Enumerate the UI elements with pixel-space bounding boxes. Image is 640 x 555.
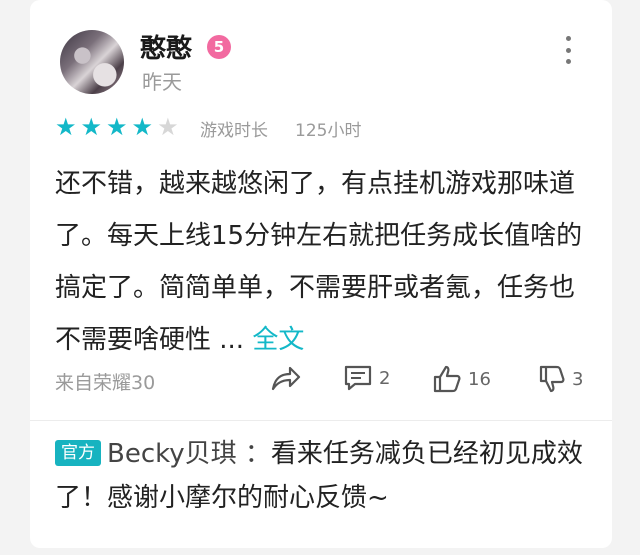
post-time: 昨天 — [142, 70, 182, 94]
device-source: 来自荣耀30 — [55, 372, 156, 394]
share-button[interactable] — [270, 364, 302, 392]
review-text-block: 还不错，越来越悠闲了，有点挂机游戏那味道了。每天上线15分钟左右就把任务成长值啥… — [55, 158, 595, 366]
comment-count: 2 — [379, 367, 391, 389]
reply-author[interactable]: Becky贝琪 ： — [107, 439, 271, 469]
level-badge: 5 — [207, 35, 231, 59]
thumbs-down-icon — [539, 365, 565, 393]
star-filled-icon: ★ — [106, 113, 128, 141]
share-icon — [271, 366, 301, 391]
playtime-value: 125小时 — [295, 121, 362, 141]
star-filled-icon: ★ — [80, 113, 103, 141]
star-empty-icon: ★ — [157, 113, 179, 141]
official-badge: 官方 — [55, 440, 101, 466]
expand-full-text-link[interactable]: 全文 — [252, 325, 304, 355]
dislike-count: 3 — [572, 368, 584, 390]
username[interactable]: 憨憨 — [140, 28, 192, 65]
review-text: 还不错，越来越悠闲了，有点挂机游戏那味道了。每天上线15分钟左右就把任务成长值啥… — [55, 169, 583, 355]
like-button[interactable]: 16 — [432, 364, 491, 394]
like-count: 16 — [468, 368, 491, 390]
dislike-button[interactable]: 3 — [538, 364, 583, 394]
star-filled-icon: ★ — [55, 113, 77, 141]
review-card: 憨憨 5 昨天 ★ ★ ★ ★ ★ 游戏时长 125小时 还不错，越来越悠闲了，… — [30, 0, 612, 548]
comment-button[interactable]: 2 — [343, 364, 390, 392]
official-reply: 官方 Becky贝琪 ：看来任务减负已经初见成效了！感谢小摩尔的耐心反馈~ — [55, 432, 595, 520]
comment-icon — [344, 365, 372, 391]
thumbs-up-icon — [433, 365, 461, 393]
star-rating: ★ ★ ★ ★ ★ — [55, 113, 179, 141]
playtime-label: 游戏时长 — [200, 121, 268, 141]
more-options-icon[interactable] — [563, 36, 573, 64]
avatar[interactable] — [60, 30, 124, 94]
star-filled-icon: ★ — [131, 113, 154, 141]
divider — [30, 420, 612, 421]
